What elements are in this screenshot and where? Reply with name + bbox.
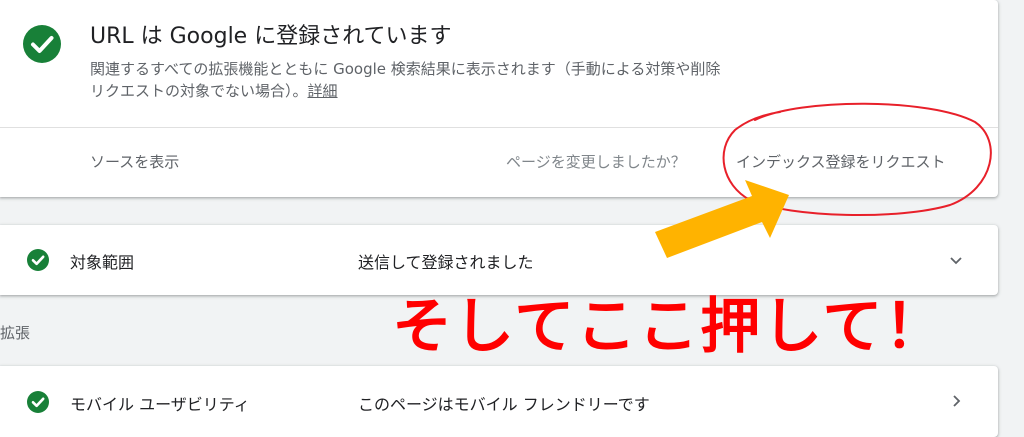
mobile-usability-value: このページはモバイル フレンドリーです: [358, 395, 650, 414]
check-circle-icon: [27, 249, 49, 271]
page-changed-question: ページを変更しましたか？: [506, 153, 686, 171]
chevron-right-icon[interactable]: [944, 389, 968, 413]
divider: [0, 127, 998, 128]
annotation-text: そしてここ押して！: [392, 292, 947, 362]
check-circle-icon: [23, 25, 61, 63]
chevron-down-icon[interactable]: [944, 248, 968, 272]
coverage-label: 対象範囲: [70, 253, 135, 272]
details-link[interactable]: 詳細: [308, 82, 338, 100]
request-indexing-button[interactable]: インデックス登録をリクエスト: [736, 151, 946, 172]
check-circle-icon: [27, 391, 49, 413]
url-status-description-text: 関連するすべての拡張機能とともに Google 検索結果に表示されます（手動によ…: [90, 60, 721, 100]
mobile-usability-row[interactable]: モバイル ユーザビリティ このページはモバイル フレンドリーです: [0, 366, 998, 437]
url-status-card: URL は Google に登録されています 関連するすべての拡張機能とともに …: [0, 0, 998, 197]
url-status-title: URL は Google に登録されています: [90, 24, 452, 49]
enhancements-section-label: 拡張: [0, 324, 31, 342]
url-status-header: URL は Google に登録されています 関連するすべての拡張機能とともに …: [0, 0, 998, 127]
coverage-value: 送信して登録されました: [358, 253, 534, 272]
mobile-usability-label: モバイル ユーザビリティ: [70, 395, 250, 414]
url-status-description: 関連するすべての拡張機能とともに Google 検索結果に表示されます（手動によ…: [90, 58, 730, 102]
view-source-button[interactable]: ソースを表示: [90, 151, 179, 172]
